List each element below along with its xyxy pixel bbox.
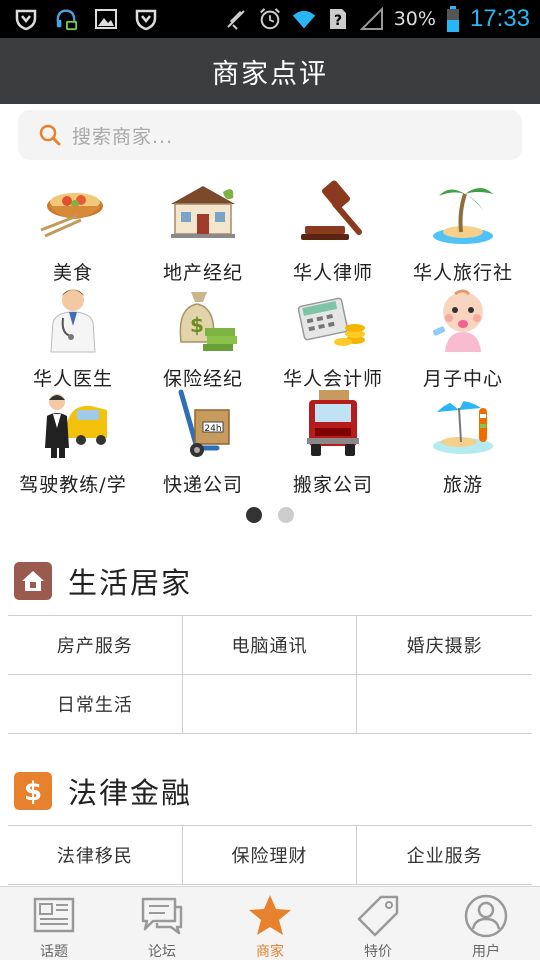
subcategory-computer-telecom[interactable]: 电脑通讯 bbox=[183, 616, 358, 674]
category-label: 美食 bbox=[52, 262, 93, 284]
newspaper-icon bbox=[33, 897, 75, 933]
tab-label: 用户 bbox=[472, 944, 500, 960]
svg-text:$: $ bbox=[24, 777, 42, 806]
grid-row: 日常生活 bbox=[8, 675, 532, 734]
empty-cell bbox=[357, 675, 532, 733]
category-label: 搬家公司 bbox=[292, 474, 373, 496]
category-driving-school[interactable]: 驾驶教练/学 bbox=[8, 388, 138, 498]
subcategory-business-services[interactable]: 企业服务 bbox=[357, 826, 532, 884]
category-label: 驾驶教练/学 bbox=[19, 474, 127, 496]
palm-island-icon bbox=[433, 188, 493, 244]
category-food[interactable]: 美食 bbox=[8, 176, 138, 286]
chat-bubbles-icon bbox=[141, 897, 183, 935]
tab-label: 论坛 bbox=[148, 944, 176, 960]
pager-dot-1[interactable] bbox=[246, 507, 262, 523]
svg-text:?: ? bbox=[334, 13, 342, 29]
dollar-icon: $ bbox=[14, 772, 52, 810]
svg-text:24h: 24h bbox=[204, 424, 221, 434]
category-label: 华人医生 bbox=[32, 368, 113, 390]
gavel-icon bbox=[301, 180, 362, 240]
subcategory-wedding-photo[interactable]: 婚庆摄影 bbox=[357, 616, 532, 674]
subcategory-daily-life[interactable]: 日常生活 bbox=[8, 675, 183, 733]
shield-icon bbox=[14, 7, 38, 31]
baby-icon bbox=[432, 289, 483, 352]
section-header-law-finance: $ 法律金融 bbox=[14, 767, 534, 815]
tab-deals[interactable]: 特价 bbox=[324, 887, 432, 960]
empty-cell bbox=[183, 675, 358, 733]
section-header-home-living: 生活居家 bbox=[14, 557, 534, 605]
battery-percent: 30% bbox=[393, 8, 436, 30]
moving-truck-icon bbox=[307, 390, 359, 456]
subcategory-property-services[interactable]: 房产服务 bbox=[8, 616, 183, 674]
tab-user[interactable]: 用户 bbox=[432, 887, 540, 960]
category-lawyer[interactable]: 华人律师 bbox=[268, 176, 398, 286]
category-label: 月子中心 bbox=[422, 368, 503, 390]
money-bag-icon: $ bbox=[179, 292, 237, 351]
section-grid-law-finance: 法律移民 保险理财 企业服务 bbox=[8, 825, 532, 885]
doctor-icon bbox=[50, 289, 96, 353]
calculator-coins-icon bbox=[297, 297, 365, 346]
category-travel-agency[interactable]: 华人旅行社 bbox=[398, 176, 528, 286]
bottom-tab-bar: 话题 论坛 商家 特价 用户 bbox=[0, 886, 540, 960]
category-label: 华人会计师 bbox=[282, 368, 383, 390]
category-doctor[interactable]: 华人医生 bbox=[8, 282, 138, 392]
category-insurance[interactable]: $ 保险经纪 bbox=[138, 282, 268, 392]
search-icon bbox=[38, 123, 62, 147]
sim-unknown-icon: ? bbox=[326, 7, 350, 31]
clock: 17:33 bbox=[469, 5, 530, 32]
category-label: 华人旅行社 bbox=[412, 262, 513, 284]
alarm-icon bbox=[258, 7, 282, 31]
tab-label: 特价 bbox=[364, 944, 392, 960]
taxi-driver-icon bbox=[45, 394, 107, 458]
status-bar: ? 30% 17:33 bbox=[0, 0, 540, 38]
tab-merchants[interactable]: 商家 bbox=[216, 887, 324, 960]
beach-umbrella-icon bbox=[433, 397, 493, 454]
battery-icon bbox=[446, 6, 460, 32]
grid-row: 房产服务 电脑通讯 婚庆摄影 bbox=[8, 616, 532, 675]
section-title: 生活居家 bbox=[68, 566, 193, 600]
house-icon bbox=[171, 186, 235, 238]
category-moving[interactable]: 搬家公司 bbox=[268, 388, 398, 498]
hand-truck-icon: 24h bbox=[178, 389, 230, 457]
subcategory-law-immigration[interactable]: 法律移民 bbox=[8, 826, 183, 884]
section-grid-home-living: 房产服务 电脑通讯 婚庆摄影 日常生活 bbox=[8, 615, 532, 734]
category-accountant[interactable]: 华人会计师 bbox=[268, 282, 398, 392]
signal-icon bbox=[359, 7, 384, 31]
image-icon bbox=[94, 7, 118, 31]
section-title: 法律金融 bbox=[68, 776, 193, 810]
wifi-icon bbox=[292, 7, 316, 31]
subcategory-insurance-finance[interactable]: 保险理财 bbox=[183, 826, 358, 884]
category-real-estate[interactable]: 地产经纪 bbox=[138, 176, 268, 286]
tab-forum[interactable]: 论坛 bbox=[108, 887, 216, 960]
category-courier[interactable]: 24h 快递公司 bbox=[138, 388, 268, 498]
pager-dot-2[interactable] bbox=[278, 507, 294, 523]
tab-topics[interactable]: 话题 bbox=[0, 887, 108, 960]
tab-label: 话题 bbox=[40, 944, 68, 960]
user-icon bbox=[464, 894, 508, 938]
category-confinement-center[interactable]: 月子中心 bbox=[398, 282, 528, 392]
pager-dots bbox=[0, 507, 540, 523]
category-label: 华人律师 bbox=[292, 262, 373, 284]
svg-text:$: $ bbox=[190, 313, 204, 337]
price-tag-icon bbox=[357, 895, 399, 937]
mute-icon bbox=[224, 7, 248, 31]
headset-icon bbox=[54, 7, 78, 31]
category-label: 旅游 bbox=[442, 474, 483, 496]
tab-label: 商家 bbox=[256, 944, 284, 960]
food-bowl-icon bbox=[40, 193, 103, 238]
search-input[interactable]: 搜索商家... bbox=[72, 122, 173, 149]
home-icon bbox=[14, 562, 52, 600]
category-label: 地产经纪 bbox=[162, 262, 243, 284]
category-tourism[interactable]: 旅游 bbox=[398, 388, 528, 498]
star-icon bbox=[249, 895, 291, 935]
search-box[interactable]: 搜索商家... bbox=[18, 110, 522, 160]
grid-row: 法律移民 保险理财 企业服务 bbox=[8, 826, 532, 885]
page-title: 商家点评 bbox=[212, 58, 328, 90]
category-label: 保险经纪 bbox=[162, 368, 243, 390]
category-label: 快递公司 bbox=[162, 474, 243, 496]
shield-icon bbox=[134, 7, 158, 31]
title-bar: 商家点评 bbox=[0, 38, 540, 104]
